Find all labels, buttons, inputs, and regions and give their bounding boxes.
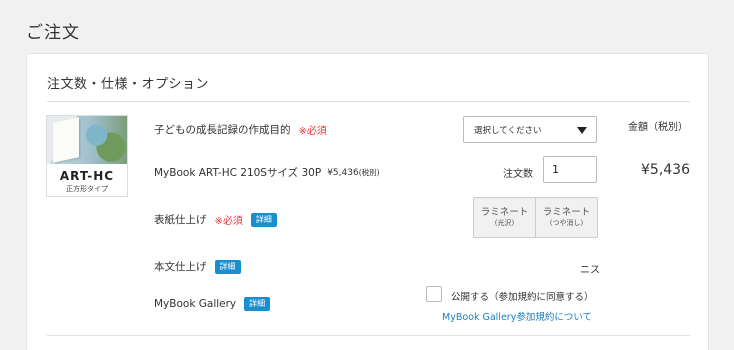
cover-finish-label: 表紙仕上げ	[154, 214, 207, 226]
required-mark: ※必須	[214, 216, 243, 227]
unit-tax-note: (税別)	[358, 168, 380, 177]
gallery-checkbox-label[interactable]: 公開する（参加規約に同意する）	[451, 289, 594, 303]
price-header: 金額（税別）	[628, 122, 688, 133]
quantity-input[interactable]: 1	[543, 156, 597, 183]
body-finish-value: ニス	[580, 265, 600, 276]
chevron-down-icon	[577, 127, 587, 134]
purpose-select-value: 選択してください	[474, 125, 542, 136]
cover-finish-options: ラミネート (光沢) ラミネート (つや消し)	[473, 197, 598, 238]
option-sublabel: (光沢)	[494, 219, 515, 228]
gallery-publish-checkbox[interactable]	[426, 286, 442, 302]
purpose-label: 子どもの成長記録の作成目的	[154, 124, 291, 136]
thumb-product-name: ART-HC	[59, 169, 115, 183]
quantity-label: 注文数	[503, 169, 533, 180]
laminate-matte-option[interactable]: ラミネート (つや消し)	[535, 198, 597, 237]
section-title: 注文数・仕様・オプション	[47, 77, 210, 92]
gallery-label: MyBook Gallery	[154, 298, 237, 310]
gallery-detail-button[interactable]: 詳細	[244, 297, 271, 311]
cover-finish-detail-button[interactable]: 詳細	[250, 212, 277, 227]
purpose-row-label: 子どもの成長記録の作成目的 ※必須	[154, 122, 327, 137]
cover-finish-row: 表紙仕上げ ※必須 詳細	[154, 212, 277, 227]
purpose-select[interactable]: 選択してください	[463, 116, 597, 143]
product-photo	[47, 116, 127, 164]
option-label: ラミネート	[542, 206, 591, 218]
total-price: ¥5,436	[641, 162, 690, 178]
gallery-terms-link[interactable]: MyBook Gallery参加規約について	[442, 309, 592, 323]
laminate-gloss-option[interactable]: ラミネート (光沢)	[474, 198, 535, 237]
page-title: ご注文	[26, 23, 80, 43]
product-row: MyBook ART-HC 210Sサイズ 30P ¥5,436(税別)	[154, 165, 380, 180]
product-thumbnail: ART-HC 正方形タイプ	[46, 115, 128, 197]
gallery-row: MyBook Gallery 詳細	[154, 297, 271, 311]
option-label: ラミネート	[480, 206, 529, 218]
required-mark: ※必須	[298, 126, 327, 137]
body-finish-label: 本文仕上げ	[154, 261, 207, 273]
product-name: MyBook ART-HC 210Sサイズ 30P	[154, 167, 322, 179]
unit-price: ¥5,436	[327, 168, 359, 178]
body-finish-row: 本文仕上げ 詳細	[154, 259, 241, 274]
thumb-product-subtitle: 正方形タイプ	[66, 185, 108, 193]
divider	[47, 101, 690, 102]
order-options-card: 注文数・仕様・オプション ART-HC 正方形タイプ 子どもの成長記録の作成目的…	[26, 53, 709, 350]
divider	[47, 335, 690, 336]
option-sublabel: (つや消し)	[549, 219, 584, 228]
body-finish-detail-button[interactable]: 詳細	[214, 259, 241, 274]
